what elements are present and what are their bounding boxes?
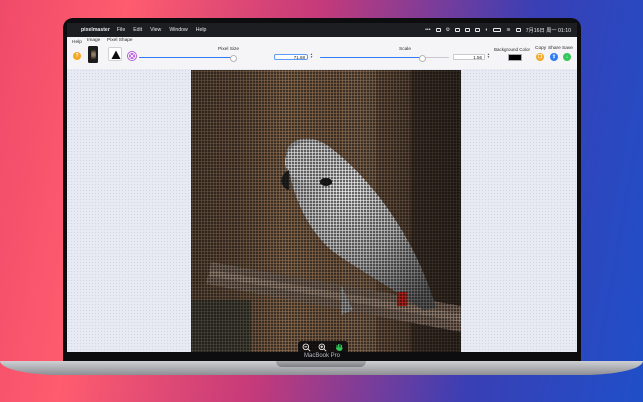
zoom-out-icon bbox=[302, 343, 311, 351]
help-label: Help bbox=[72, 40, 82, 45]
pixel-size-label: Pixel Size bbox=[218, 47, 240, 52]
laptop-opening-notch bbox=[276, 361, 366, 367]
menu-bar: pixelmaster File Edit View Window Help •… bbox=[67, 23, 577, 37]
parrot-thumbnail-icon bbox=[90, 50, 96, 59]
scale-slider-fill bbox=[320, 57, 422, 59]
copy-icon: ❐ bbox=[537, 54, 543, 60]
clipboard-icon[interactable] bbox=[465, 28, 471, 32]
toolbar: Help ? Image Pixel Shape Pixel Size 71.6… bbox=[67, 37, 577, 70]
ellipsis-icon[interactable]: ••• bbox=[425, 27, 430, 33]
menu-window[interactable]: Window bbox=[169, 27, 187, 33]
pixelated-image-canvas[interactable] bbox=[191, 70, 461, 357]
battery-icon[interactable] bbox=[493, 28, 502, 32]
help-button[interactable]: ? bbox=[73, 52, 81, 60]
gear-icon[interactable]: ⚙ bbox=[446, 27, 451, 33]
pixel-shape-label: Pixel Shape bbox=[107, 38, 133, 43]
scale-stepper[interactable]: ▲ ▼ bbox=[487, 52, 490, 60]
pixel-size-input[interactable]: 71.68 bbox=[274, 54, 308, 60]
screen: pixelmaster File Edit View Window Help •… bbox=[67, 23, 577, 357]
scale-label: Scale bbox=[399, 47, 411, 52]
menu-edit[interactable]: Edit bbox=[133, 27, 142, 33]
zoom-in-icon bbox=[319, 343, 327, 351]
image-label: Image bbox=[87, 38, 101, 43]
window-icon[interactable] bbox=[475, 28, 481, 32]
laptop-base bbox=[0, 361, 643, 402]
pixel-shape-selector[interactable] bbox=[108, 47, 122, 61]
scale-input[interactable]: 1.56 bbox=[453, 54, 485, 60]
share-label: Share bbox=[548, 46, 561, 51]
pixel-size-stepper[interactable]: ▲ ▼ bbox=[310, 52, 313, 60]
background-color-swatch[interactable] bbox=[508, 54, 522, 61]
pixelated-parrot-image bbox=[191, 70, 461, 357]
moon-icon[interactable]: ◐ bbox=[485, 27, 488, 33]
control-center-icon[interactable] bbox=[515, 28, 521, 32]
pixel-size-slider-knob[interactable] bbox=[229, 55, 237, 63]
pixel-shape-color-button[interactable] bbox=[127, 51, 137, 61]
device-label: MacBook Pro bbox=[63, 352, 581, 361]
save-label: Save bbox=[562, 46, 573, 51]
share-icon: ⇪ bbox=[551, 54, 557, 60]
scale-slider[interactable] bbox=[320, 55, 449, 63]
close-icon bbox=[130, 54, 135, 59]
background-color-label: Background Color bbox=[494, 47, 531, 52]
app-name-menu[interactable]: pixelmaster bbox=[81, 27, 110, 33]
canvas-area bbox=[67, 69, 577, 357]
triangle-shape-icon bbox=[111, 50, 121, 59]
hand-icon bbox=[336, 343, 343, 351]
save-button[interactable]: ↓ bbox=[563, 53, 571, 61]
menu-bar-status-area: ••• ⚙ ◐ ≋ 7月16日 周一 01:10 bbox=[425, 23, 571, 37]
screen-mirror-icon[interactable] bbox=[435, 28, 441, 32]
menu-help[interactable]: Help bbox=[196, 27, 207, 33]
laptop-screen-bezel: pixelmaster File Edit View Window Help •… bbox=[63, 18, 581, 361]
download-icon: ↓ bbox=[565, 54, 569, 60]
image-thumbnail-button[interactable] bbox=[88, 46, 98, 63]
clock-text[interactable]: 7月16日 周一 01:10 bbox=[526, 27, 571, 34]
scale-slider-knob[interactable] bbox=[419, 55, 427, 63]
pixel-size-slider-fill bbox=[139, 57, 233, 59]
copy-button[interactable]: ❐ bbox=[536, 53, 544, 61]
pixel-size-slider[interactable] bbox=[139, 55, 237, 63]
photo-icon[interactable] bbox=[455, 28, 461, 32]
share-button[interactable]: ⇪ bbox=[550, 53, 558, 61]
copy-label: Copy bbox=[535, 46, 547, 51]
menu-view[interactable]: View bbox=[150, 27, 161, 33]
wifi-icon[interactable]: ≋ bbox=[506, 27, 510, 33]
menu-file[interactable]: File bbox=[117, 27, 125, 33]
